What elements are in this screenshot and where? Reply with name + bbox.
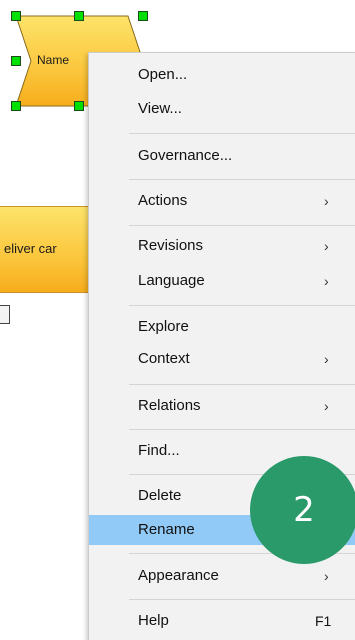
menu-item-label: Relations bbox=[138, 397, 201, 414]
menu-item-open[interactable]: Open... bbox=[89, 60, 355, 90]
menu-item-label: Explore bbox=[138, 318, 189, 335]
menu-item-language[interactable]: Language › bbox=[89, 266, 355, 296]
chevron-right-icon: › bbox=[324, 273, 329, 289]
resize-handle-top-right[interactable] bbox=[138, 11, 148, 21]
menu-item-actions[interactable]: Actions › bbox=[89, 186, 355, 216]
resize-handle-bottom-left[interactable] bbox=[11, 101, 21, 111]
menu-separator bbox=[129, 133, 355, 134]
step-number-badge: 2 bbox=[250, 456, 355, 564]
resize-handle-middle-left[interactable] bbox=[11, 56, 21, 66]
menu-item-help[interactable]: Help F1 bbox=[89, 606, 355, 636]
resize-handle-top-left[interactable] bbox=[11, 11, 21, 21]
menu-item-label: Appearance bbox=[138, 567, 219, 584]
menu-separator bbox=[129, 599, 355, 600]
menu-item-label: Find... bbox=[138, 442, 180, 459]
resize-handle-bottom-center[interactable] bbox=[74, 101, 84, 111]
menu-item-relations[interactable]: Relations › bbox=[89, 391, 355, 421]
menu-item-label: Context bbox=[138, 350, 190, 367]
menu-item-label: Help bbox=[138, 612, 169, 629]
menu-item-context[interactable]: Context › bbox=[89, 344, 355, 374]
resize-handle-top-center[interactable] bbox=[74, 11, 84, 21]
step-number: 2 bbox=[293, 490, 315, 530]
menu-separator bbox=[129, 305, 355, 306]
menu-item-label: View... bbox=[138, 100, 182, 117]
menu-item-revisions[interactable]: Revisions › bbox=[89, 231, 355, 261]
chevron-right-icon: › bbox=[324, 351, 329, 367]
menu-item-label: Open... bbox=[138, 66, 188, 83]
menu-item-label: Revisions bbox=[138, 237, 204, 254]
menu-item-label: Language bbox=[138, 272, 205, 289]
menu-item-appearance[interactable]: Appearance › bbox=[89, 561, 355, 591]
shape-attribute-box[interactable] bbox=[0, 305, 10, 324]
menu-separator bbox=[129, 429, 355, 430]
chevron-right-icon: › bbox=[324, 193, 329, 209]
selected-shape-label: Name bbox=[37, 53, 70, 67]
deliver-car-shape-label: eliver car bbox=[4, 241, 57, 256]
diagram-canvas[interactable]: Name eliver car Open... View... Governan… bbox=[0, 0, 355, 640]
menu-item-label: Rename bbox=[138, 521, 195, 538]
menu-separator bbox=[129, 225, 355, 226]
chevron-right-icon: › bbox=[324, 398, 329, 414]
chevron-right-icon: › bbox=[324, 238, 329, 254]
menu-item-label: Delete bbox=[138, 487, 182, 504]
menu-item-view[interactable]: View... bbox=[89, 94, 355, 124]
menu-item-label: Actions bbox=[138, 192, 188, 209]
menu-item-governance[interactable]: Governance... bbox=[89, 141, 355, 171]
menu-item-explore[interactable]: Explore bbox=[89, 312, 355, 342]
keyboard-shortcut: F1 bbox=[315, 613, 332, 629]
menu-item-label: Governance... bbox=[138, 147, 233, 164]
chevron-right-icon: › bbox=[324, 568, 329, 584]
menu-separator bbox=[129, 179, 355, 180]
menu-separator bbox=[129, 384, 355, 385]
